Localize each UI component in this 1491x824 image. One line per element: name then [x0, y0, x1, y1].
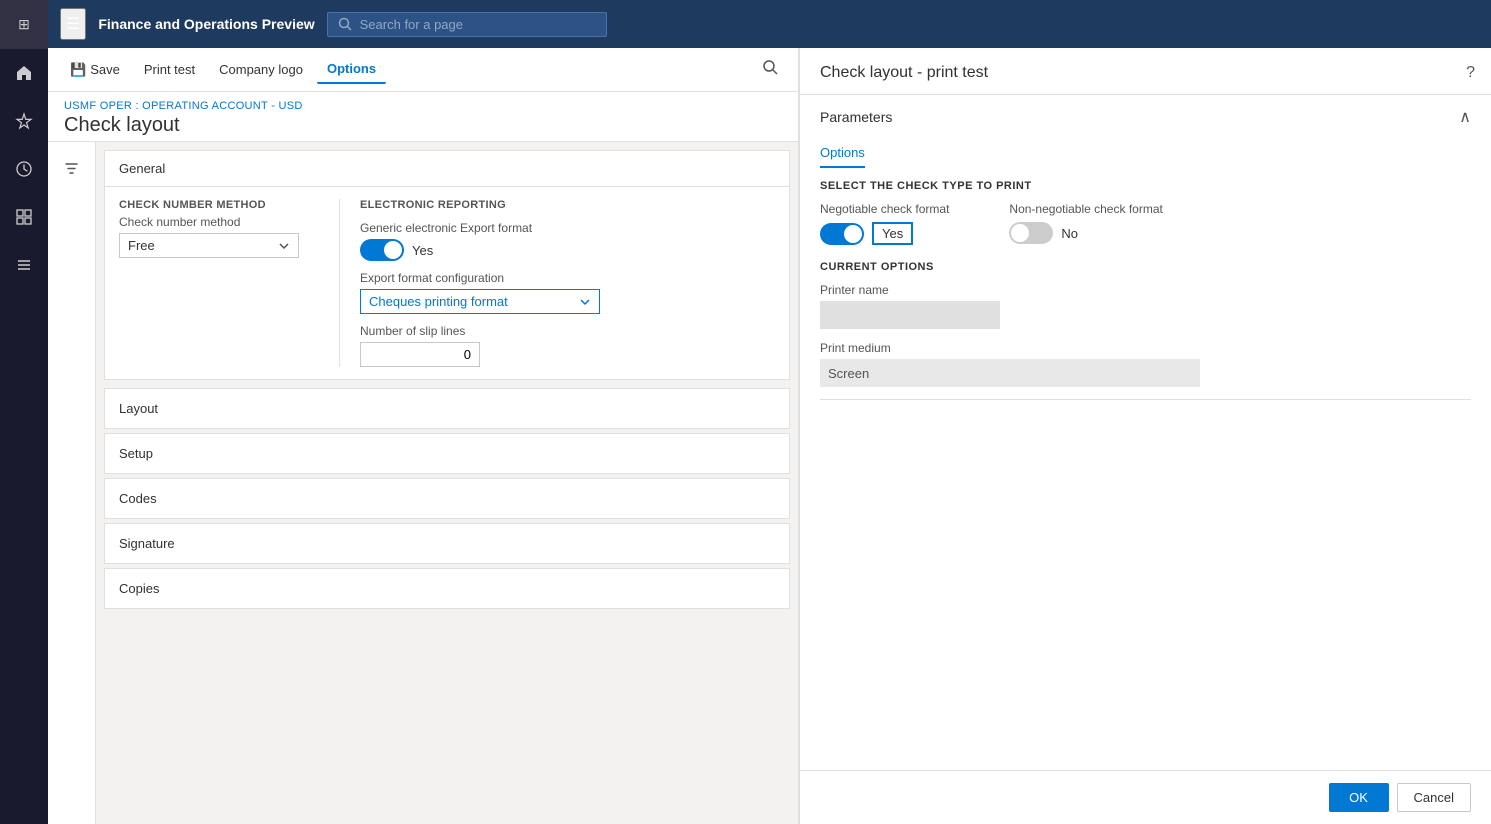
parameters-collapse-icon: ∧ [1459, 107, 1471, 127]
recent-icon[interactable] [0, 145, 48, 193]
layout-section: Layout [104, 388, 790, 429]
generic-export-toggle-container: Yes [360, 239, 600, 261]
check-type-label: SELECT THE CHECK TYPE TO PRINT [820, 180, 1471, 192]
print-medium-input [820, 359, 1200, 387]
modules-icon[interactable] [0, 241, 48, 289]
page-header: USMF OPER : OPERATING ACCOUNT - USD Chec… [48, 92, 798, 142]
print-medium-label: Print medium [820, 341, 1471, 355]
help-icon[interactable]: ? [1466, 64, 1475, 82]
setup-section-header[interactable]: Setup [105, 434, 789, 473]
printer-name-group: Printer name [820, 283, 1471, 329]
app-title: Finance and Operations Preview [98, 16, 314, 32]
cancel-button[interactable]: Cancel [1397, 783, 1471, 812]
general-section-header[interactable]: General [105, 151, 789, 187]
copies-section: Copies [104, 568, 790, 609]
right-panel-footer: OK Cancel [800, 770, 1491, 824]
parameters-title: Parameters [820, 109, 892, 125]
topbar: ☰ Finance and Operations Preview [48, 0, 1491, 48]
parameters-section: Parameters ∧ Options SELECT THE CHECK TY… [820, 95, 1471, 400]
favorites-icon[interactable] [0, 97, 48, 145]
setup-section: Setup [104, 433, 790, 474]
codes-section: Codes [104, 478, 790, 519]
signature-section-header[interactable]: Signature [105, 524, 789, 563]
check-type-section: SELECT THE CHECK TYPE TO PRINT Negotiabl… [820, 180, 1471, 245]
export-format-label: Export format configuration [360, 271, 600, 285]
left-icons-column [48, 142, 96, 824]
save-icon: 💾 [70, 62, 86, 78]
right-panel-header: Check layout - print test [800, 48, 1491, 95]
general-section-content: CHECK NUMBER METHOD Check number method … [105, 187, 789, 379]
generic-export-group: Generic electronic Export format Yes [360, 221, 600, 261]
negotiable-check-label: Negotiable check format [820, 202, 949, 216]
codes-section-header[interactable]: Codes [105, 479, 789, 518]
right-panel: ? Check layout - print test Parameters ∧… [798, 48, 1491, 824]
non-negotiable-check-item: Non-negotiable check format No [1009, 202, 1162, 244]
check-number-method-group: CHECK NUMBER METHOD Check number method … [119, 199, 299, 367]
signature-section: Signature [104, 523, 790, 564]
export-format-chevron-icon [579, 296, 591, 308]
search-box[interactable] [327, 12, 607, 37]
copies-section-header[interactable]: Copies [105, 569, 789, 608]
check-number-method-label: CHECK NUMBER METHOD [119, 199, 299, 211]
electronic-reporting-group: ELECTRONIC REPORTING Generic electronic … [339, 199, 600, 367]
export-format-select[interactable]: Cheques printing format [360, 289, 600, 314]
export-format-group: Export format configuration Cheques prin… [360, 271, 600, 314]
generic-export-label: Generic electronic Export format [360, 221, 600, 235]
search-input[interactable] [360, 17, 560, 32]
current-options-section: CURRENT OPTIONS Printer name Print mediu… [820, 261, 1471, 387]
check-number-method-select[interactable]: Free [119, 233, 299, 258]
save-button[interactable]: 💾 Save [60, 56, 130, 84]
general-section: General CHECK NUMBER METHOD Check number… [104, 150, 790, 380]
action-bar: 💾 Save Print test Company logo Options [48, 48, 798, 92]
non-negotiable-check-value: No [1061, 226, 1078, 241]
check-number-method-field-label: Check number method [119, 215, 299, 229]
options-button[interactable]: Options [317, 55, 386, 84]
non-negotiable-check-label: Non-negotiable check format [1009, 202, 1162, 216]
negotiable-check-value: Yes [872, 222, 913, 245]
breadcrumb: USMF OPER : OPERATING ACCOUNT - USD [64, 100, 782, 112]
printer-name-input [820, 301, 1000, 329]
print-medium-group: Print medium [820, 341, 1471, 387]
filter-icon[interactable] [54, 150, 90, 186]
slip-lines-label: Number of slip lines [360, 324, 600, 338]
print-test-button[interactable]: Print test [134, 56, 205, 83]
company-logo-button[interactable]: Company logo [209, 56, 313, 83]
negotiable-check-item: Negotiable check format Yes [820, 202, 949, 245]
apps-icon[interactable]: ⊞ [0, 0, 48, 48]
right-panel-body: Parameters ∧ Options SELECT THE CHECK TY… [800, 95, 1491, 770]
search-icon [338, 17, 352, 31]
check-type-row: Negotiable check format Yes [820, 202, 1471, 245]
hamburger-button[interactable]: ☰ [60, 8, 86, 40]
right-panel-title: Check layout - print test [820, 64, 1471, 82]
options-tab[interactable]: Options [820, 139, 865, 168]
page-body: General CHECK NUMBER METHOD Check number… [48, 142, 798, 824]
action-search-button[interactable] [754, 53, 786, 86]
chevron-down-icon [278, 240, 290, 252]
page-title: Check layout [64, 114, 782, 137]
form-area: General CHECK NUMBER METHOD Check number… [96, 142, 798, 824]
main-wrapper: ☰ Finance and Operations Preview 💾 Save … [48, 0, 1491, 824]
slip-lines-input[interactable] [360, 342, 480, 367]
layout-section-header[interactable]: Layout [105, 389, 789, 428]
negotiable-check-control: Yes [820, 222, 949, 245]
workspaces-icon[interactable] [0, 193, 48, 241]
current-options-label: CURRENT OPTIONS [820, 261, 1471, 273]
electronic-reporting-label: ELECTRONIC REPORTING [360, 199, 600, 211]
generic-export-toggle-label: Yes [412, 243, 433, 258]
ok-button[interactable]: OK [1329, 783, 1389, 812]
parameters-header[interactable]: Parameters ∧ [820, 95, 1471, 139]
sidebar: ⊞ [0, 0, 48, 824]
home-icon[interactable] [0, 49, 48, 97]
slip-lines-group: Number of slip lines [360, 324, 600, 367]
non-negotiable-check-control: No [1009, 222, 1162, 244]
printer-name-label: Printer name [820, 283, 1471, 297]
content-split: 💾 Save Print test Company logo Options [48, 48, 1491, 824]
non-negotiable-check-toggle[interactable] [1009, 222, 1053, 244]
left-panel: 💾 Save Print test Company logo Options [48, 48, 798, 824]
negotiable-check-toggle[interactable] [820, 223, 864, 245]
generic-export-toggle[interactable] [360, 239, 404, 261]
